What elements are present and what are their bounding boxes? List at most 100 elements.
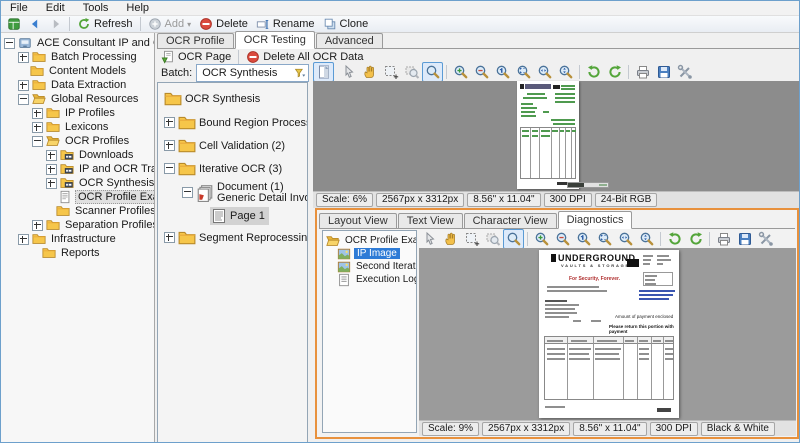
- batch-tree-item-segment-reprocessing[interactable]: Segment Reprocessing (4): [158, 226, 307, 249]
- tree-item-scanner-profiles[interactable]: Scanner Profiles: [1, 204, 154, 218]
- tab-diagnostics[interactable]: Diagnostics: [558, 211, 633, 229]
- zoom-actual-button[interactable]: [492, 62, 513, 82]
- expand-icon[interactable]: [46, 150, 57, 161]
- viewer-h-scrollbar[interactable]: [567, 182, 609, 188]
- tree-item-batch-processing[interactable]: Batch Processing: [1, 50, 154, 64]
- marquee-select-button[interactable]: [380, 62, 401, 82]
- expand-icon[interactable]: [32, 108, 43, 119]
- batch-tree-item-ocr-synthesis[interactable]: OCR Synthesis: [158, 87, 307, 111]
- menu-tools[interactable]: Tools: [74, 1, 118, 16]
- tree-item-reports[interactable]: Reports: [1, 246, 154, 260]
- tree-item-root[interactable]: ACE Consultant IP and OCR: [1, 36, 154, 50]
- batch-combobox[interactable]: OCR Synthesis: [196, 64, 309, 82]
- expand-icon[interactable]: [164, 232, 175, 243]
- diag-tree-item-profile[interactable]: OCR Profile Example: [323, 234, 416, 247]
- clone-button[interactable]: Clone: [319, 16, 373, 32]
- batch-tree-item-bound-region[interactable]: Bound Region Processing (1): [158, 111, 307, 134]
- diag-tree-item-second-iteration[interactable]: Second Iteration: [323, 260, 416, 273]
- save-button[interactable]: [734, 229, 755, 249]
- tree-item-separation-profiles[interactable]: Separation Profiles: [1, 218, 154, 232]
- zoom-fit-width-button[interactable]: [615, 229, 636, 249]
- rotate-ccw-button[interactable]: [583, 62, 604, 82]
- expand-icon[interactable]: [32, 122, 43, 133]
- rotate-ccw-button[interactable]: [664, 229, 685, 249]
- tree-item-infrastructure[interactable]: Infrastructure: [1, 232, 154, 246]
- tab-character-view[interactable]: Character View: [464, 213, 557, 228]
- tree-item-content-models[interactable]: Content Models: [1, 64, 154, 78]
- tree-item-ip-and-ocr-training[interactable]: IP and OCR Training: [1, 162, 154, 176]
- ocr-page-button[interactable]: OCR Page: [157, 49, 235, 65]
- rotate-cw-button[interactable]: [604, 62, 625, 82]
- forward-button[interactable]: [45, 14, 66, 34]
- tree-item-global-resources[interactable]: Global Resources: [1, 92, 154, 106]
- collapse-icon[interactable]: [32, 136, 43, 147]
- tree-item-ocr-synthesis[interactable]: OCR Synthesis: [1, 176, 154, 190]
- tab-text-view[interactable]: Text View: [398, 213, 463, 228]
- add-button[interactable]: Add ▾: [144, 16, 196, 32]
- pan-hand-button[interactable]: [440, 229, 461, 249]
- back-button[interactable]: [24, 14, 45, 34]
- zoom-out-button[interactable]: [471, 62, 492, 82]
- save-button[interactable]: [653, 62, 674, 82]
- zoom-region-button[interactable]: [482, 229, 503, 249]
- magnifier-button[interactable]: [503, 229, 524, 249]
- zoom-fit-height-button[interactable]: [636, 229, 657, 249]
- collapse-icon[interactable]: [18, 94, 29, 105]
- zoom-fit-width-button[interactable]: [534, 62, 555, 82]
- zoom-fit-button[interactable]: [513, 62, 534, 82]
- tree-item-lexicons[interactable]: Lexicons: [1, 120, 154, 134]
- expand-icon[interactable]: [164, 117, 175, 128]
- batch-tree-item-cell-validation[interactable]: Cell Validation (2): [158, 134, 307, 157]
- select-pointer-button[interactable]: [338, 62, 359, 82]
- tab-advanced[interactable]: Advanced: [316, 33, 383, 48]
- tab-ocr-testing[interactable]: OCR Testing: [235, 31, 315, 49]
- expand-icon[interactable]: [18, 80, 29, 91]
- tab-layout-view[interactable]: Layout View: [319, 213, 397, 228]
- batch-tree-item-page-1[interactable]: Page 1: [158, 205, 307, 226]
- zoom-fit-height-button[interactable]: [555, 62, 576, 82]
- menu-help[interactable]: Help: [117, 1, 158, 16]
- delete-button[interactable]: Delete: [195, 16, 252, 32]
- pan-hand-button[interactable]: [359, 62, 380, 82]
- collapse-icon[interactable]: [164, 163, 175, 174]
- expand-icon[interactable]: [32, 220, 43, 231]
- expand-icon[interactable]: [18, 234, 29, 245]
- diagnostics-viewer-canvas[interactable]: UNDERGROUND VAULTS & STORAGE For Securit…: [419, 248, 796, 420]
- zoom-actual-button[interactable]: [573, 229, 594, 249]
- tree-item-data-extraction[interactable]: Data Extraction: [1, 78, 154, 92]
- zoom-region-button[interactable]: [401, 62, 422, 82]
- scrollbar-thumb[interactable]: [568, 183, 584, 187]
- tree-item-ocr-profiles[interactable]: OCR Profiles: [1, 134, 154, 148]
- magnifier-button[interactable]: [422, 62, 443, 82]
- diag-tree-item-execution-log[interactable]: Execution Log: [323, 273, 416, 286]
- expand-icon[interactable]: [46, 164, 57, 175]
- invoice-page[interactable]: UNDERGROUND VAULTS & STORAGE For Securit…: [539, 250, 679, 418]
- expand-icon[interactable]: [46, 178, 57, 189]
- expand-icon[interactable]: [18, 52, 29, 63]
- tree-item-ip-profiles[interactable]: IP Profiles: [1, 106, 154, 120]
- diag-tree-item-ip-image[interactable]: IP Image: [323, 247, 416, 260]
- rename-button[interactable]: Rename: [252, 16, 319, 32]
- tab-ocr-profile[interactable]: OCR Profile: [157, 33, 234, 48]
- marquee-select-button[interactable]: [461, 229, 482, 249]
- page-thumbnail[interactable]: [517, 81, 579, 189]
- settings-button[interactable]: [755, 229, 776, 249]
- tree-item-ocr-profile-example[interactable]: OCR Profile Example: [1, 190, 154, 204]
- print-button[interactable]: [632, 62, 653, 82]
- zoom-out-button[interactable]: [552, 229, 573, 249]
- expand-icon[interactable]: [164, 140, 175, 151]
- rotate-cw-button[interactable]: [685, 229, 706, 249]
- top-viewer-canvas[interactable]: [313, 81, 799, 191]
- refresh-button[interactable]: Refresh: [73, 16, 137, 32]
- batch-tree-item-iterative-ocr[interactable]: Iterative OCR (3): [158, 157, 307, 180]
- settings-button[interactable]: [674, 62, 695, 82]
- zoom-in-button[interactable]: [450, 62, 471, 82]
- collapse-icon[interactable]: [4, 38, 15, 49]
- tree-item-downloads[interactable]: Downloads: [1, 148, 154, 162]
- batch-tree-item-document[interactable]: Document (1) Generic Detail Invoice (2).…: [158, 180, 307, 205]
- zoom-in-button[interactable]: [531, 229, 552, 249]
- zoom-fit-button[interactable]: [594, 229, 615, 249]
- print-button[interactable]: [713, 229, 734, 249]
- select-pointer-button[interactable]: [419, 229, 440, 249]
- collapse-icon[interactable]: [182, 187, 193, 198]
